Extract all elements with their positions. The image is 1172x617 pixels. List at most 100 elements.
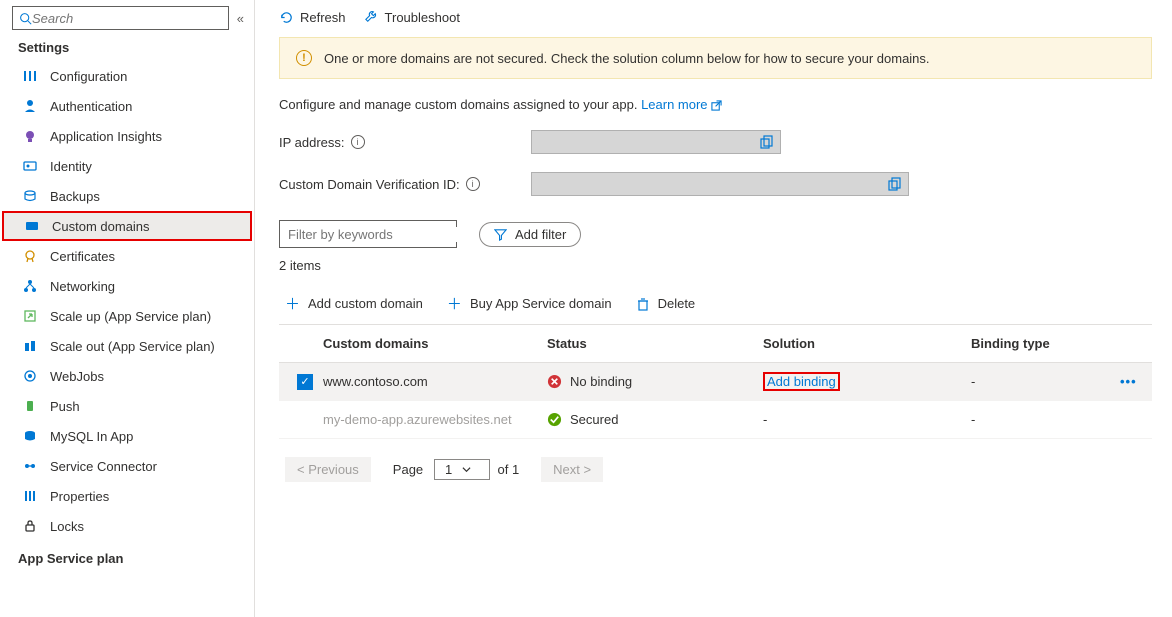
sidebar-item-configuration[interactable]: Configuration [0, 61, 254, 91]
learn-more-link[interactable]: Learn more [641, 97, 722, 112]
info-icon[interactable]: i [351, 135, 365, 149]
add-filter-button[interactable]: Add filter [479, 222, 581, 247]
refresh-icon [279, 10, 294, 25]
sidebar-item-networking[interactable]: Networking [0, 271, 254, 301]
page-select[interactable]: 1 [434, 459, 490, 480]
refresh-label: Refresh [300, 10, 346, 25]
plus-icon: ＋ [285, 293, 300, 314]
verification-id-row: Custom Domain Verification ID: i [279, 172, 1152, 196]
sidebar-item-push[interactable]: Push [0, 391, 254, 421]
sidebar-item-label: Locks [50, 519, 84, 534]
filter-input[interactable] [288, 227, 464, 242]
buy-domain-label: Buy App Service domain [470, 296, 612, 311]
copy-icon[interactable] [760, 135, 774, 149]
webjobs-icon [22, 368, 38, 384]
item-count: 2 items [279, 258, 1152, 273]
troubleshoot-button[interactable]: Troubleshoot [364, 10, 460, 25]
description: Configure and manage custom domains assi… [279, 97, 1152, 112]
alert-text: One or more domains are not secured. Che… [324, 51, 930, 66]
backup-icon [22, 188, 38, 204]
sidebar-item-label: Networking [50, 279, 115, 294]
sidebar-item-label: Scale up (App Service plan) [50, 309, 211, 324]
filter-input-box[interactable] [279, 220, 457, 248]
net-icon [22, 278, 38, 294]
verification-id-label: Custom Domain Verification ID: i [279, 177, 531, 192]
copy-icon[interactable] [888, 177, 902, 191]
sidebar-item-custom-domains[interactable]: Custom domains [2, 211, 252, 241]
pagination: < Previous Page 1 of 1 Next > [279, 439, 1152, 482]
refresh-button[interactable]: Refresh [279, 10, 346, 25]
sidebar-scroll: Settings Configuration Authentication Ap… [0, 36, 254, 617]
sidebar-item-label: Push [50, 399, 80, 414]
col-status[interactable]: Status [547, 336, 763, 351]
cell-status: Secured [570, 412, 618, 427]
table-row[interactable]: my-demo-app.azurewebsites.net Secured - … [279, 401, 1152, 439]
table-actions: ＋ Add custom domain ＋ Buy App Service do… [279, 287, 1152, 324]
domain-icon [24, 218, 40, 234]
add-binding-link[interactable]: Add binding [763, 372, 840, 391]
description-text: Configure and manage custom domains assi… [279, 97, 641, 112]
checkbox[interactable]: ✓ [297, 374, 313, 390]
prev-page-button[interactable]: < Previous [285, 457, 371, 482]
sidebar-item-identity[interactable]: Identity [0, 151, 254, 181]
sidebar-item-service-connector[interactable]: Service Connector [0, 451, 254, 481]
warning-alert: ! One or more domains are not secured. C… [279, 37, 1152, 79]
wrench-icon [364, 10, 379, 25]
sidebar-item-scale-up[interactable]: Scale up (App Service plan) [0, 301, 254, 331]
sidebar-item-webjobs[interactable]: WebJobs [0, 361, 254, 391]
sidebar-item-appinsights[interactable]: Application Insights [0, 121, 254, 151]
cell-status: No binding [570, 374, 632, 389]
sidebar-item-label: Custom domains [52, 219, 150, 234]
success-icon [547, 412, 562, 427]
table-header: Custom domains Status Solution Binding t… [279, 325, 1152, 363]
sliders-icon [22, 68, 38, 84]
col-binding[interactable]: Binding type [971, 336, 1120, 351]
add-filter-label: Add filter [515, 227, 566, 242]
sidebar-item-label: MySQL In App [50, 429, 133, 444]
troubleshoot-label: Troubleshoot [385, 10, 460, 25]
sidebar-item-authentication[interactable]: Authentication [0, 91, 254, 121]
ip-address-row: IP address: i [279, 130, 1152, 154]
connector-icon [22, 458, 38, 474]
row-more-button[interactable]: ••• [1120, 374, 1148, 389]
buy-domain-button[interactable]: ＋ Buy App Service domain [447, 293, 612, 314]
collapse-sidebar-icon[interactable]: « [235, 9, 246, 28]
cell-binding: - [971, 374, 1120, 389]
col-solution[interactable]: Solution [763, 336, 971, 351]
funnel-icon [494, 228, 507, 241]
info-icon[interactable]: i [466, 177, 480, 191]
sidebar-heading-settings: Settings [0, 36, 254, 61]
sidebar-item-properties[interactable]: Properties [0, 481, 254, 511]
sidebar-search-row: « [0, 0, 254, 36]
cell-binding: - [971, 412, 1120, 427]
sidebar-heading-appservice: App Service plan [0, 541, 254, 566]
verification-id-value[interactable] [531, 172, 909, 196]
sidebar-search[interactable] [12, 6, 229, 30]
sidebar-item-scale-out[interactable]: Scale out (App Service plan) [0, 331, 254, 361]
sidebar-item-label: WebJobs [50, 369, 104, 384]
add-domain-label: Add custom domain [308, 296, 423, 311]
mysql-icon [22, 428, 38, 444]
sidebar-item-locks[interactable]: Locks [0, 511, 254, 541]
table-row[interactable]: ✓ www.contoso.com No binding Add binding… [279, 363, 1152, 401]
id-icon [22, 158, 38, 174]
delete-button[interactable]: Delete [636, 296, 696, 311]
next-page-button[interactable]: Next > [541, 457, 603, 482]
cert-icon [22, 248, 38, 264]
cell-domain: my-demo-app.azurewebsites.net [323, 412, 547, 427]
filter-row: Add filter [279, 220, 1152, 248]
sidebar-item-label: Identity [50, 159, 92, 174]
warning-icon: ! [296, 50, 312, 66]
sidebar-item-label: Service Connector [50, 459, 157, 474]
sidebar-search-input[interactable] [32, 11, 222, 26]
sidebar-item-label: Backups [50, 189, 100, 204]
sidebar-item-mysql[interactable]: MySQL In App [0, 421, 254, 451]
sidebar-item-label: Authentication [50, 99, 132, 114]
sidebar-item-backups[interactable]: Backups [0, 181, 254, 211]
sidebar-item-certificates[interactable]: Certificates [0, 241, 254, 271]
main-panel: Refresh Troubleshoot ! One or more domai… [255, 0, 1172, 617]
add-custom-domain-button[interactable]: ＋ Add custom domain [285, 293, 423, 314]
ip-address-value[interactable] [531, 130, 781, 154]
sidebar-item-label: Properties [50, 489, 109, 504]
col-domain[interactable]: Custom domains [323, 336, 547, 351]
